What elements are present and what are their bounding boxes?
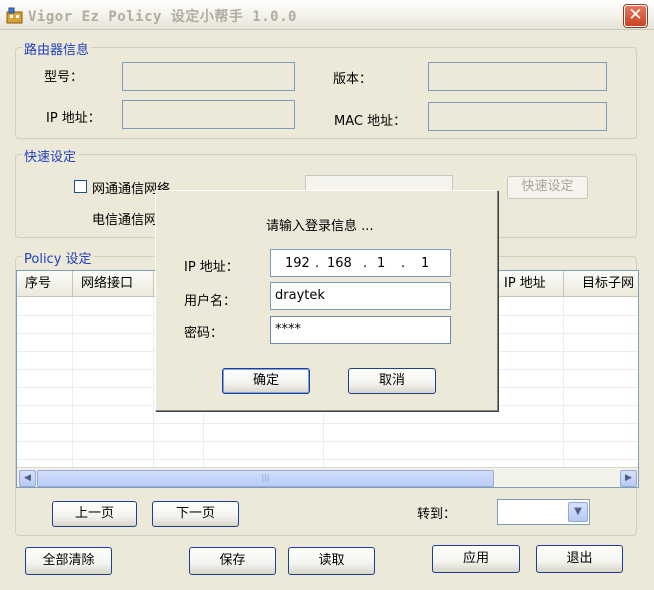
username-label: 用户名： (184, 294, 237, 309)
scroll-left-button[interactable]: ◀ (19, 470, 36, 487)
ok-button[interactable]: 确定 (222, 368, 310, 394)
chevron-down-icon: ▼ (574, 506, 582, 517)
window-title: Vigor Ez Policy 设定小帮手 1.0.0 (28, 9, 297, 25)
login-dialog: 请输入登录信息 ... IP 地址： 192 . 168 . 1 . 1 用户名… (155, 190, 498, 411)
row-line (17, 441, 638, 442)
load-button[interactable]: 读取 (288, 547, 375, 575)
row-line (17, 423, 638, 424)
model-label: 型号： (44, 70, 84, 85)
column-line (72, 297, 73, 467)
ip-dot: . (315, 256, 320, 271)
scroll-thumb[interactable]: ||| (37, 470, 494, 487)
prev-page-button[interactable]: 上一页 (52, 501, 137, 527)
exit-button[interactable]: 退出 (536, 545, 623, 573)
column-header-interface[interactable]: 网络接口 (73, 271, 154, 297)
ip-address-field (122, 100, 295, 129)
login-ip-label: IP 地址： (184, 260, 239, 275)
ip-dot: . (401, 256, 406, 271)
grip-icon: ||| (261, 473, 270, 482)
app-icon (6, 7, 23, 24)
ip-address-label: IP 地址： (46, 111, 101, 126)
ip-octet-3: 1 (377, 256, 386, 271)
column-header-target-subnet[interactable]: 目标子网 (564, 271, 638, 297)
column-header-index[interactable]: 序号 (17, 271, 73, 297)
login-ip-input[interactable]: 192 . 168 . 1 . 1 (270, 249, 451, 277)
cnc-checkbox[interactable] (74, 180, 87, 193)
password-label: 密码： (184, 326, 224, 341)
row-line (17, 459, 638, 460)
close-icon: ✕ (628, 5, 643, 25)
column-line (153, 297, 154, 467)
clear-all-button[interactable]: 全部清除 (25, 547, 112, 575)
ip-octet-4: 1 (421, 256, 430, 271)
goto-label: 转到： (417, 507, 457, 522)
cancel-button[interactable]: 取消 (348, 368, 436, 394)
apply-button[interactable]: 应用 (432, 545, 520, 573)
save-button[interactable]: 保存 (189, 547, 276, 575)
ip-dot: . (363, 256, 368, 271)
horizontal-scrollbar[interactable]: ◀ ||| ▶ (17, 467, 638, 487)
scroll-right-button[interactable]: ▶ (620, 470, 637, 487)
close-button[interactable]: ✕ (624, 5, 647, 27)
model-field (122, 62, 295, 91)
column-line (563, 297, 564, 467)
version-field (428, 62, 607, 91)
quick-setup-button[interactable]: 快速设定 (507, 176, 588, 199)
next-page-button[interactable]: 下一页 (152, 501, 239, 527)
goto-select-button[interactable]: ▼ (568, 502, 588, 522)
username-input[interactable]: draytek (270, 282, 451, 310)
quick-setup-group-label: 快速设定 (22, 146, 79, 165)
ip-octet-2: 168 (327, 256, 352, 271)
scroll-left-icon: ◀ (24, 473, 31, 483)
login-dialog-heading: 请输入登录信息 ... (266, 219, 374, 234)
router-info-group-label: 路由器信息 (22, 39, 92, 58)
goto-select[interactable]: ▼ (497, 499, 590, 525)
mac-address-label: MAC 地址： (334, 114, 407, 129)
ip-octet-1: 192 (285, 256, 310, 271)
version-label: 版本： (333, 72, 373, 87)
policy-group-label: Policy 设定 (22, 248, 94, 267)
password-input[interactable]: **** (270, 316, 451, 344)
mac-address-field (428, 102, 607, 131)
scroll-right-icon: ▶ (625, 473, 632, 483)
